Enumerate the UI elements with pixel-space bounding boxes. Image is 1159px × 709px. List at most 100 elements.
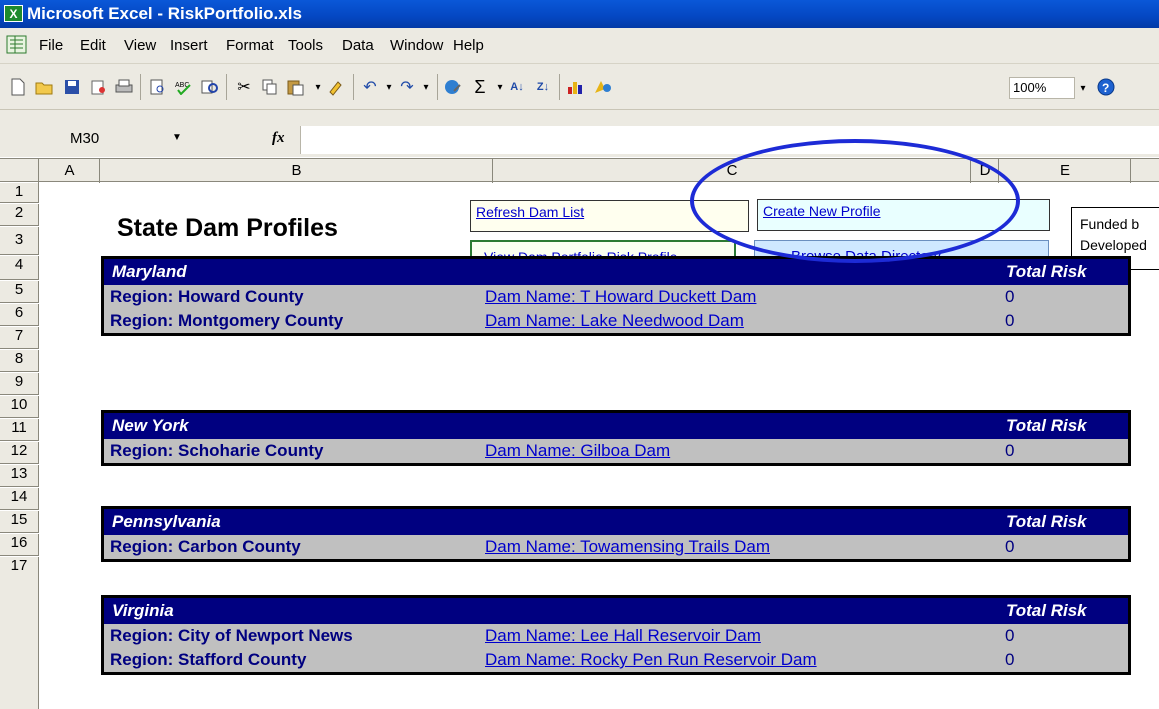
row-header-17[interactable]: 17 — [0, 557, 39, 709]
row-header-4[interactable]: 4 — [0, 256, 39, 280]
state-name: Virginia — [112, 601, 174, 620]
total-risk-value: 0 — [1005, 311, 1015, 330]
row-header-3[interactable]: 3 — [0, 227, 39, 255]
window-title: Microsoft Excel - RiskPortfolio.xls — [27, 4, 302, 23]
row-header-12[interactable]: 12 — [0, 442, 39, 464]
menu-file[interactable]: File — [39, 37, 63, 54]
menu-format[interactable]: Format — [226, 37, 274, 54]
menu-data[interactable]: Data — [342, 37, 374, 54]
toolbar-separator — [353, 74, 354, 100]
permission-icon[interactable] — [86, 76, 110, 98]
state-header: Pennsylvania Total Risk — [104, 509, 1128, 535]
title-bar: X Microsoft Excel - RiskPortfolio.xls — [0, 0, 1159, 28]
sort-descending-icon[interactable]: Z↓ — [531, 76, 555, 98]
row-header-11[interactable]: 11 — [0, 419, 39, 441]
region-label: Region: Schoharie County — [110, 441, 324, 460]
redo-dropdown-icon[interactable]: ▾ — [414, 76, 438, 98]
formula-input[interactable] — [300, 126, 1159, 154]
excel-app-icon[interactable]: X — [4, 5, 23, 22]
insert-function-icon[interactable]: fx — [272, 130, 285, 147]
dam-name-link[interactable]: Dam Name: Lake Needwood Dam — [485, 311, 744, 331]
row-header-1[interactable]: 1 — [0, 183, 39, 203]
dam-name-link[interactable]: Dam Name: Towamensing Trails Dam — [485, 537, 770, 557]
zoom-select[interactable]: 100% — [1009, 77, 1075, 99]
sort-ascending-icon[interactable]: A↓ — [505, 76, 529, 98]
column-header-b[interactable]: B — [101, 159, 493, 183]
formula-bar: M30 ▼ fx — [0, 110, 1159, 157]
total-risk-label: Total Risk — [1006, 512, 1087, 531]
svg-text:?: ? — [1102, 81, 1109, 95]
row-header-9[interactable]: 9 — [0, 373, 39, 395]
total-risk-value: 0 — [1005, 287, 1015, 306]
cut-icon[interactable]: ✂ — [232, 76, 256, 98]
chart-wizard-icon[interactable] — [564, 76, 588, 98]
toolbar-separator — [559, 74, 560, 100]
hyperlink-icon[interactable] — [442, 76, 466, 98]
row-header-2[interactable]: 2 — [0, 204, 39, 226]
help-icon[interactable]: ? — [1094, 76, 1118, 98]
row-header-6[interactable]: 6 — [0, 304, 39, 326]
open-icon[interactable] — [33, 76, 57, 98]
region-label: Region: Stafford County — [110, 650, 307, 669]
column-header-a[interactable]: A — [40, 159, 100, 183]
toolbar-separator — [437, 74, 438, 100]
state-name: New York — [112, 416, 189, 435]
dam-name-link[interactable]: Dam Name: Gilboa Dam — [485, 441, 670, 461]
menu-insert[interactable]: Insert — [170, 37, 208, 54]
row-header-13[interactable]: 13 — [0, 465, 39, 487]
paste-icon[interactable] — [284, 76, 308, 98]
developed-by-text: Developed — [1080, 237, 1147, 253]
name-box[interactable]: M30 — [30, 128, 195, 153]
select-all-corner[interactable] — [0, 159, 39, 183]
new-icon[interactable] — [6, 76, 30, 98]
state-name: Maryland — [112, 262, 187, 281]
menu-help[interactable]: Help — [453, 37, 484, 54]
zoom-dropdown-icon[interactable]: ▾ — [1076, 77, 1090, 99]
row-header-15[interactable]: 15 — [0, 511, 39, 533]
row-header-14[interactable]: 14 — [0, 488, 39, 510]
dam-name-link[interactable]: Dam Name: Lee Hall Reservoir Dam — [485, 626, 761, 646]
dam-name-link[interactable]: Dam Name: T Howard Duckett Dam — [485, 287, 756, 307]
format-painter-icon[interactable] — [324, 76, 348, 98]
state-table-maryland: Maryland Total Risk Region: Howard Count… — [101, 256, 1131, 336]
copy-icon[interactable] — [258, 76, 282, 98]
state-table-pennsylvania: Pennsylvania Total Risk Region: Carbon C… — [101, 506, 1131, 562]
row-header-8[interactable]: 8 — [0, 350, 39, 372]
total-risk-value: 0 — [1005, 626, 1015, 645]
spelling-icon[interactable]: ABC — [172, 76, 196, 98]
total-risk-label: Total Risk — [1006, 262, 1087, 281]
menu-view[interactable]: View — [124, 37, 156, 54]
total-risk-label: Total Risk — [1006, 601, 1087, 620]
menu-bar: File Edit View Insert Format Tools Data … — [0, 28, 1159, 64]
row-header-7[interactable]: 7 — [0, 327, 39, 349]
menu-edit[interactable]: Edit — [80, 37, 106, 54]
funded-by-text: Funded b — [1080, 216, 1140, 232]
row-header-10[interactable]: 10 — [0, 396, 39, 418]
toolbar-separator — [140, 74, 141, 100]
name-box-dropdown-icon[interactable]: ▼ — [172, 132, 182, 143]
workbook-icon[interactable] — [4, 32, 29, 58]
menu-window[interactable]: Window — [390, 37, 443, 54]
print-preview-icon[interactable] — [146, 76, 170, 98]
menu-tools[interactable]: Tools — [288, 37, 323, 54]
dam-row: Region: City of Newport News Dam Name: L… — [104, 624, 1128, 648]
dam-row: Region: Carbon County Dam Name: Towamens… — [104, 535, 1128, 559]
region-label: Region: City of Newport News — [110, 626, 353, 645]
region-label: Region: Carbon County — [110, 537, 301, 556]
state-header: Maryland Total Risk — [104, 259, 1128, 285]
research-icon[interactable] — [198, 76, 222, 98]
print-icon[interactable] — [112, 76, 136, 98]
row-header-5[interactable]: 5 — [0, 281, 39, 303]
row-header-16[interactable]: 16 — [0, 534, 39, 556]
total-risk-value: 0 — [1005, 441, 1015, 460]
state-table-virginia: Virginia Total Risk Region: City of Newp… — [101, 595, 1131, 675]
sheet-title: State Dam Profiles — [117, 214, 338, 242]
total-risk-value: 0 — [1005, 650, 1015, 669]
save-icon[interactable] — [60, 76, 84, 98]
drawing-icon[interactable] — [591, 76, 615, 98]
total-risk-label: Total Risk — [1006, 416, 1087, 435]
dam-row: Region: Montgomery County Dam Name: Lake… — [104, 309, 1128, 333]
dam-row: Region: Stafford County Dam Name: Rocky … — [104, 648, 1128, 672]
dam-name-link[interactable]: Dam Name: Rocky Pen Run Reservoir Dam — [485, 650, 817, 670]
column-header-e[interactable]: E — [1000, 159, 1131, 183]
